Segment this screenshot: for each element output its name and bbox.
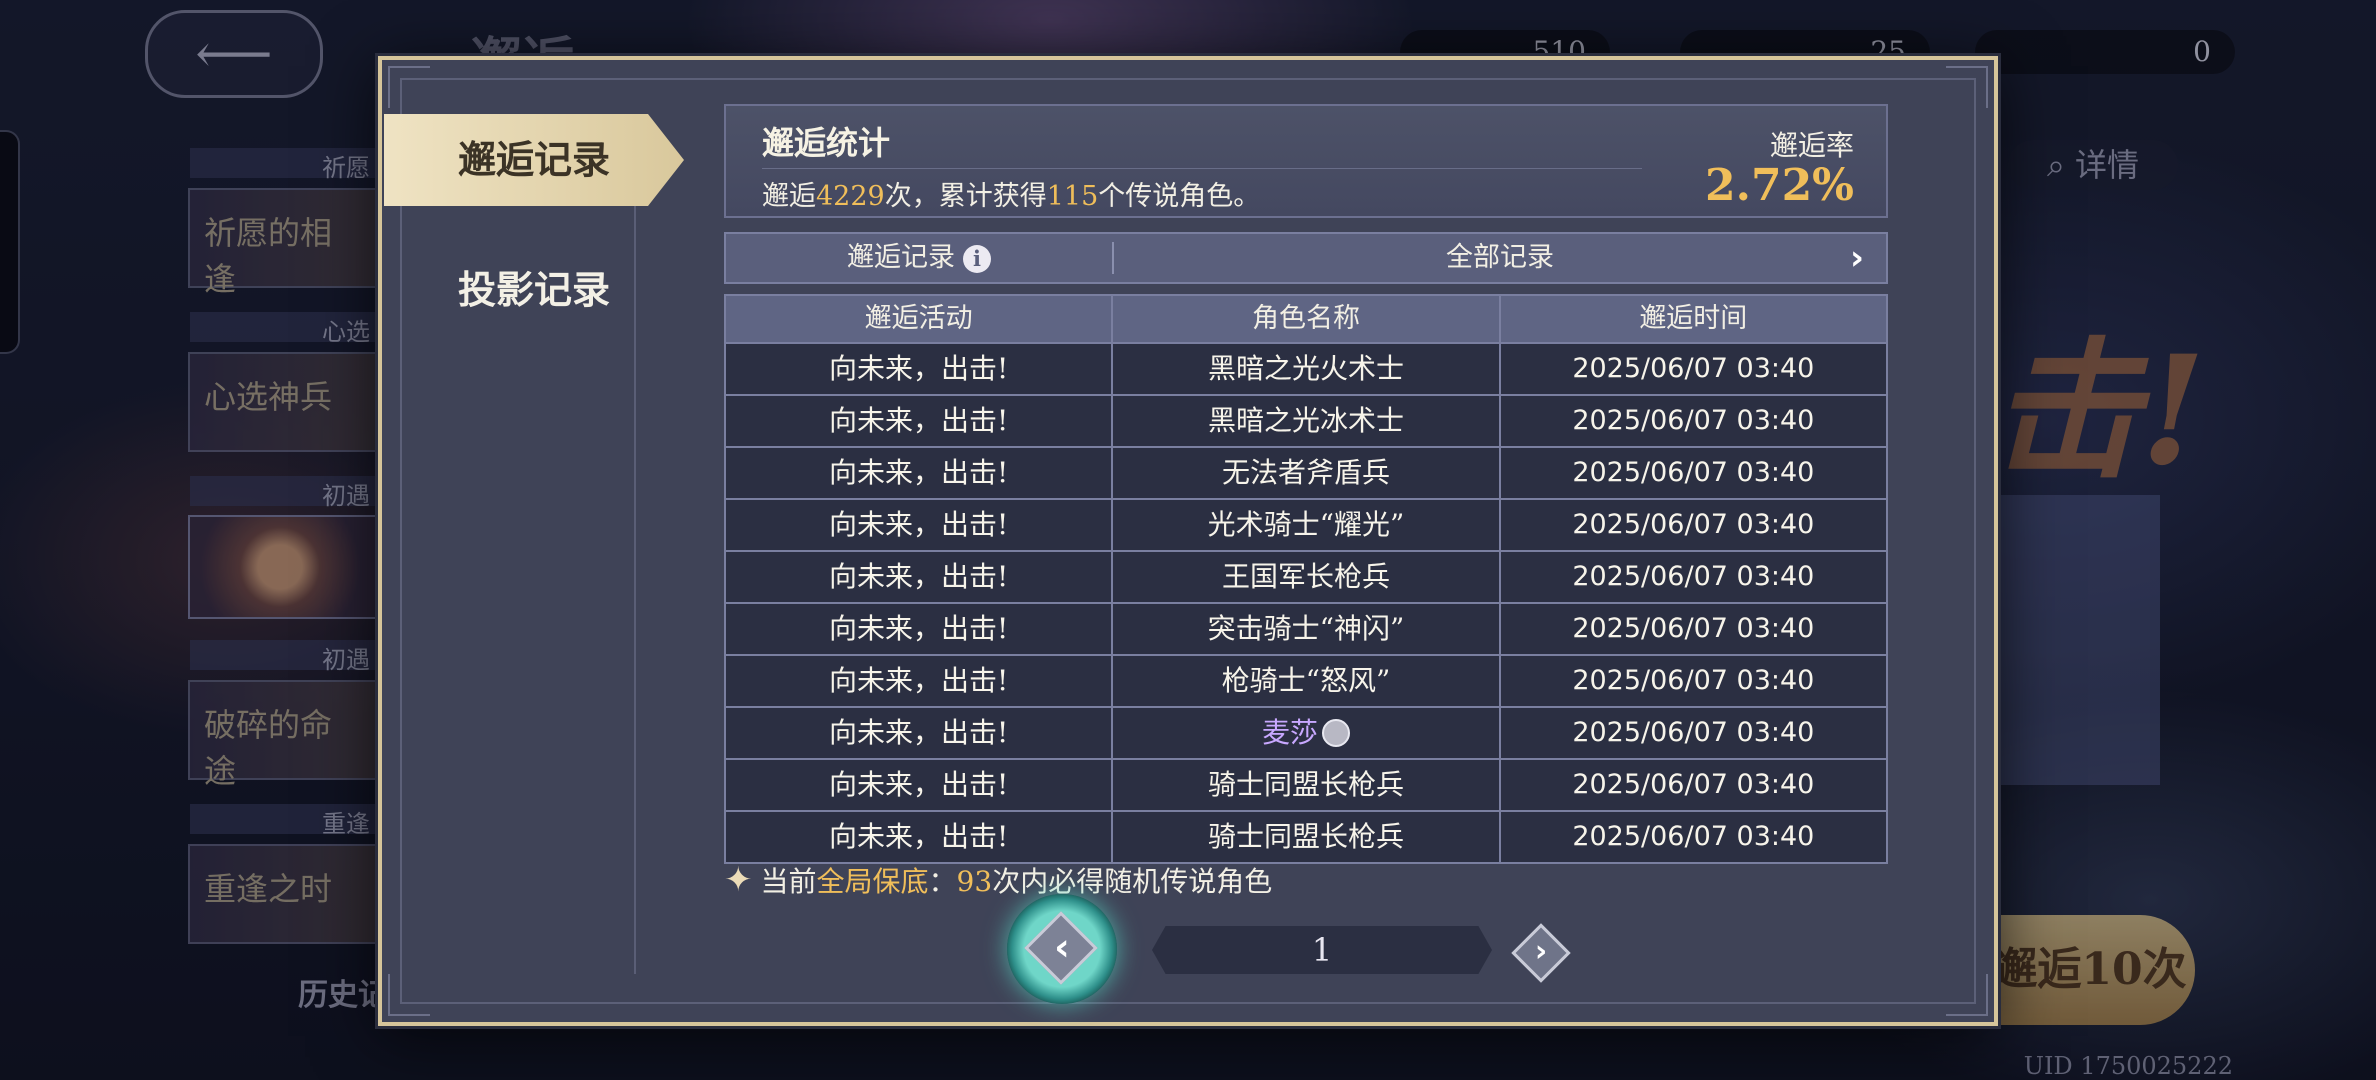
cell-name: 麦莎: [1113, 708, 1501, 758]
table-header: 邂逅活动 角色名称 邂逅时间: [726, 296, 1886, 342]
stats-middle: 次，累计获得: [884, 181, 1047, 212]
corner-ornament: [388, 66, 430, 108]
stats-divider: [762, 168, 1642, 169]
corner-ornament: [388, 974, 430, 1016]
tab-projection-record[interactable]: 投影记录: [384, 244, 684, 336]
next-page-button[interactable]: ›: [1511, 923, 1571, 983]
stats-prefix: 邂逅: [762, 181, 816, 212]
chevron-right-icon: ›: [1534, 934, 1548, 969]
table-row: 向未来，出击! 无法者斧盾兵 2025/06/07 03:40: [726, 446, 1886, 498]
table-row: 向未来，出击! 骑士同盟长枪兵 2025/06/07 03:40: [726, 810, 1886, 862]
table-row: 向未来，出击! 突击骑士“神闪” 2025/06/07 03:40: [726, 602, 1886, 654]
cell-activity: 向未来，出击!: [726, 760, 1114, 810]
total-pulls-value: 4229: [816, 181, 885, 212]
table-row: 向未来，出击! 枪骑士“怒风” 2025/06/07 03:40: [726, 654, 1886, 706]
table-row: 向未来，出击! 光术骑士“耀光” 2025/06/07 03:40: [726, 498, 1886, 550]
cell-time: 2025/06/07 03:40: [1572, 769, 1815, 800]
cell-time: 2025/06/07 03:40: [1572, 665, 1815, 696]
cell-activity: 向未来，出击!: [726, 344, 1114, 394]
cell-activity: 向未来，出击!: [726, 500, 1114, 550]
cell-activity: 向未来，出击!: [726, 708, 1114, 758]
cell-time: 2025/06/07 03:40: [1572, 457, 1815, 488]
cell-time: 2025/06/07 03:40: [1572, 561, 1815, 592]
cell-activity: 向未来，出击!: [726, 604, 1114, 654]
table-row: 向未来，出击! 黑暗之光冰术士 2025/06/07 03:40: [726, 394, 1886, 446]
record-filter-value: 全部记录: [1446, 242, 1554, 273]
cell-time: 2025/06/07 03:40: [1572, 717, 1815, 748]
cell-time: 2025/06/07 03:40: [1572, 353, 1815, 384]
table-row: 向未来，出击! 骑士同盟长枪兵 2025/06/07 03:40: [726, 758, 1886, 810]
rate-value: 2.72%: [1705, 160, 1854, 211]
pity-colon: ：: [928, 865, 957, 898]
record-type-text: 邂逅记录: [847, 242, 955, 273]
encounter-stats-panel: 邂逅统计 邂逅4229次，累计获得115个传说角色。 邂逅率 2.72%: [724, 104, 1888, 218]
column-header-time: 邂逅时间: [1639, 303, 1748, 334]
record-filter-dropdown[interactable]: 全部记录: [1114, 234, 1886, 282]
special-character-name: 麦莎: [1261, 716, 1318, 749]
cell-name: 光术骑士“耀光”: [1113, 500, 1501, 550]
cell-name: 无法者斧盾兵: [1113, 448, 1501, 498]
rate-label: 邂逅率: [1769, 129, 1854, 162]
cell-activity: 向未来，出击!: [726, 552, 1114, 602]
cell-time: 2025/06/07 03:40: [1572, 821, 1815, 852]
cell-activity: 向未来，出击!: [726, 448, 1114, 498]
pity-count: 93: [956, 865, 993, 898]
record-type-label: 邂逅记录 i: [726, 234, 1112, 282]
encounter-table: 邂逅活动 角色名称 邂逅时间 向未来，出击! 黑暗之光火术士 2025/06/0…: [724, 294, 1888, 864]
encounter-record-modal: 邂逅记录 投影记录 邂逅统计 邂逅4229次，累计获得115个传说角色。 邂逅率…: [378, 56, 1998, 1026]
info-icon[interactable]: i: [963, 244, 991, 273]
stats-title: 邂逅统计: [762, 124, 891, 162]
table-row: 向未来，出击! 麦莎 2025/06/07 03:40: [726, 706, 1886, 758]
special-character-badge-icon: [1322, 718, 1350, 747]
corner-ornament: [1946, 974, 1988, 1016]
tab-encounter-record[interactable]: 邂逅记录: [384, 114, 684, 206]
cell-name: 黑暗之光火术士: [1113, 344, 1501, 394]
prev-page-button[interactable]: ‹: [1007, 894, 1117, 1004]
cell-time: 2025/06/07 03:40: [1572, 613, 1815, 644]
chevron-left-icon: ‹: [1054, 925, 1070, 969]
cell-name: 王国军长枪兵: [1113, 552, 1501, 602]
cell-name: 突击骑士“神闪”: [1113, 604, 1501, 654]
cell-name: 枪骑士“怒风”: [1113, 656, 1501, 706]
table-row: 向未来，出击! 王国军长枪兵 2025/06/07 03:40: [726, 550, 1886, 602]
table-row: 向未来，出击! 黑暗之光火术士 2025/06/07 03:40: [726, 342, 1886, 394]
column-header-activity: 邂逅活动: [726, 296, 1114, 342]
stats-summary: 邂逅4229次，累计获得115个传说角色。: [762, 174, 1260, 213]
cell-time: 2025/06/07 03:40: [1572, 405, 1815, 436]
column-header-name: 角色名称: [1113, 296, 1501, 342]
cell-name: 黑暗之光冰术士: [1113, 396, 1501, 446]
cell-time: 2025/06/07 03:40: [1572, 509, 1815, 540]
cell-name: 骑士同盟长枪兵: [1113, 812, 1501, 862]
chevron-right-icon[interactable]: ›: [1850, 234, 1864, 282]
pity-prefix: 当前: [760, 865, 817, 898]
stats-suffix: 个传说角色。: [1098, 181, 1261, 212]
cell-activity: 向未来，出击!: [726, 656, 1114, 706]
record-filter-bar: 邂逅记录 i 全部记录 ›: [724, 232, 1888, 284]
legend-count-value: 115: [1046, 181, 1099, 212]
cell-activity: 向未来，出击!: [726, 396, 1114, 446]
pity-type: 全局保底: [816, 865, 929, 898]
cell-activity: 向未来，出击!: [726, 812, 1114, 862]
page-indicator: 1: [1152, 926, 1492, 974]
pity-notice: ✦ 当前全局保底：93次内必得随机传说角色: [724, 860, 1272, 900]
sparkle-icon: ✦: [724, 860, 753, 900]
cell-name: 骑士同盟长枪兵: [1113, 760, 1501, 810]
corner-ornament: [1946, 66, 1988, 108]
